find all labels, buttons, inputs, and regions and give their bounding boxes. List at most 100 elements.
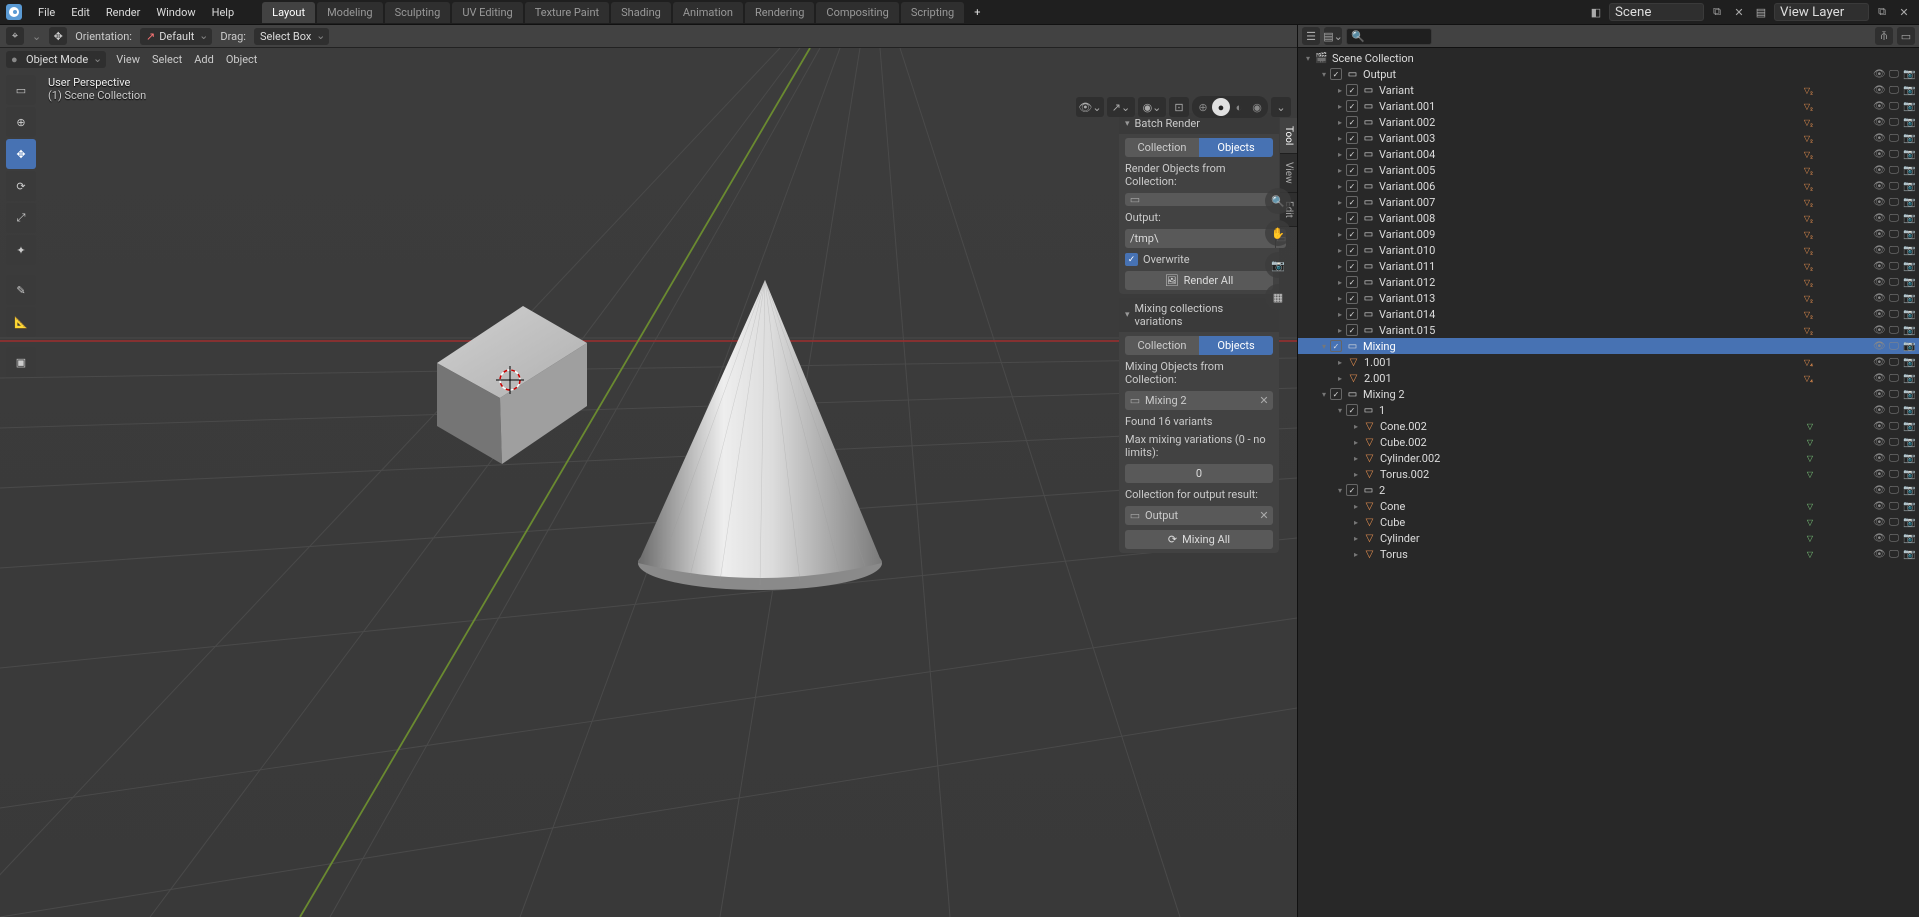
hide-render-toggle[interactable]: 🖵 — [1888, 437, 1900, 448]
clear-output-collection-button[interactable]: ✕ — [1255, 509, 1273, 522]
exclude-checkbox[interactable]: ✓ — [1346, 132, 1358, 144]
hide-render-toggle[interactable]: 🖵 — [1888, 357, 1900, 368]
tree-row[interactable]: ▸✓▭Variant.005▽₂👁🖵📷 — [1298, 162, 1919, 178]
vp-menu-add[interactable]: Add — [194, 53, 214, 66]
exclude-checkbox[interactable]: ✓ — [1346, 404, 1358, 416]
exclude-checkbox[interactable]: ✓ — [1346, 116, 1358, 128]
hide-render-toggle[interactable]: 🖵 — [1888, 277, 1900, 288]
overlay-dropdown[interactable]: ◉⌄ — [1138, 97, 1166, 117]
hide-viewport-toggle[interactable]: 👁 — [1873, 373, 1885, 384]
tab-scripting[interactable]: Scripting — [901, 2, 964, 23]
zoom-icon[interactable]: 🔍 — [1265, 188, 1291, 214]
exclude-checkbox[interactable]: ✓ — [1346, 212, 1358, 224]
batch-objects-toggle[interactable]: Objects — [1199, 138, 1273, 157]
output-collection-field[interactable]: ▭Output✕ — [1125, 506, 1273, 525]
disclosure-icon[interactable]: ▸ — [1350, 438, 1362, 447]
hide-render-toggle[interactable]: 🖵 — [1888, 69, 1900, 80]
cursor-chevron-icon[interactable]: ⌄ — [32, 30, 41, 43]
scale-tool[interactable]: ⤢ — [6, 203, 36, 233]
menu-render[interactable]: Render — [98, 2, 148, 23]
hide-render-toggle[interactable]: 🖵 — [1888, 85, 1900, 96]
hide-render-toggle[interactable]: 🖵 — [1888, 149, 1900, 160]
disclosure-icon[interactable]: ▾ — [1334, 486, 1346, 495]
perspective-toggle-icon[interactable]: ▦ — [1265, 284, 1291, 310]
tree-row[interactable]: ▸▽1.001▽₄👁🖵📷 — [1298, 354, 1919, 370]
move-tool-icon[interactable]: ✥ — [49, 27, 67, 45]
hide-render-toggle[interactable]: 🖵 — [1888, 213, 1900, 224]
add-primitive-tool[interactable]: ▣ — [6, 347, 36, 377]
hide-render-toggle[interactable]: 🖵 — [1888, 197, 1900, 208]
hide-render-toggle[interactable]: 🖵 — [1888, 325, 1900, 336]
tree-row[interactable]: ▸✓▭Variant.002▽₂👁🖵📷 — [1298, 114, 1919, 130]
delete-scene-button[interactable]: ✕ — [1730, 3, 1748, 21]
tree-row[interactable]: ▸▽Cone▽👁🖵📷 — [1298, 498, 1919, 514]
new-viewlayer-button[interactable]: ⧉ — [1873, 3, 1891, 21]
hide-render-toggle[interactable]: 🖵 — [1888, 309, 1900, 320]
tree-row[interactable]: ▸✓▭Variant.007▽₂👁🖵📷 — [1298, 194, 1919, 210]
hide-render-toggle[interactable]: 🖵 — [1888, 517, 1900, 528]
move-tool[interactable]: ✥ — [6, 139, 36, 169]
hide-render-toggle[interactable]: 🖵 — [1888, 549, 1900, 560]
disable-render-toggle[interactable]: 📷 — [1903, 181, 1915, 192]
tree-row[interactable]: ▸✓▭Variant.006▽₂👁🖵📷 — [1298, 178, 1919, 194]
hide-viewport-toggle[interactable]: 👁 — [1873, 421, 1885, 432]
disclosure-icon[interactable]: ▾ — [1302, 54, 1314, 63]
cube-mesh[interactable] — [437, 306, 587, 464]
hide-viewport-toggle[interactable]: 👁 — [1873, 325, 1885, 336]
hide-viewport-toggle[interactable]: 👁 — [1873, 117, 1885, 128]
disclosure-icon[interactable]: ▸ — [1334, 86, 1346, 95]
tree-row[interactable]: ▸✓▭Variant.004▽₂👁🖵📷 — [1298, 146, 1919, 162]
tab-texture-paint[interactable]: Texture Paint — [525, 2, 609, 23]
disclosure-icon[interactable]: ▸ — [1334, 134, 1346, 143]
new-collection-button[interactable]: ▭ — [1897, 27, 1915, 45]
exclude-checkbox[interactable]: ✓ — [1346, 180, 1358, 192]
mixing-collection-toggle[interactable]: Collection — [1125, 336, 1199, 355]
vp-menu-view[interactable]: View — [116, 53, 140, 66]
tab-compositing[interactable]: Compositing — [816, 2, 898, 23]
disable-render-toggle[interactable]: 📷 — [1903, 229, 1915, 240]
render-collection-field[interactable]: ▭ — [1125, 193, 1273, 206]
orientation-dropdown[interactable]: ↗Default — [140, 28, 212, 45]
disclosure-icon[interactable]: ▸ — [1350, 550, 1362, 559]
camera-view-icon[interactable]: 📷 — [1265, 252, 1291, 278]
disable-render-toggle[interactable]: 📷 — [1903, 85, 1915, 96]
disclosure-icon[interactable]: ▸ — [1334, 326, 1346, 335]
hide-viewport-toggle[interactable]: 👁 — [1873, 149, 1885, 160]
hide-viewport-toggle[interactable]: 👁 — [1873, 213, 1885, 224]
hide-viewport-toggle[interactable]: 👁 — [1873, 341, 1885, 352]
overwrite-checkbox[interactable]: ✓Overwrite — [1125, 253, 1273, 266]
tree-row[interactable]: ▸✓▭Variant.001▽₂👁🖵📷 — [1298, 98, 1919, 114]
hide-viewport-toggle[interactable]: 👁 — [1873, 261, 1885, 272]
gizmo-dropdown[interactable]: ↗⌄ — [1107, 97, 1135, 117]
tree-row[interactable]: ▸▽Cone.002▽👁🖵📷 — [1298, 418, 1919, 434]
disclosure-icon[interactable]: ▸ — [1350, 454, 1362, 463]
disclosure-icon[interactable]: ▸ — [1334, 278, 1346, 287]
hide-render-toggle[interactable]: 🖵 — [1888, 181, 1900, 192]
disclosure-icon[interactable]: ▸ — [1334, 214, 1346, 223]
hide-viewport-toggle[interactable]: 👁 — [1873, 437, 1885, 448]
hide-render-toggle[interactable]: 🖵 — [1888, 421, 1900, 432]
disable-render-toggle[interactable]: 📷 — [1903, 469, 1915, 480]
exclude-checkbox[interactable]: ✓ — [1330, 68, 1342, 80]
tree-row[interactable]: ▸▽Cylinder▽👁🖵📷 — [1298, 530, 1919, 546]
disclosure-icon[interactable]: ▸ — [1334, 358, 1346, 367]
visibility-dropdown[interactable]: 👁⌄ — [1076, 97, 1104, 117]
tree-row[interactable]: ▾✓▭Output👁🖵📷 — [1298, 66, 1919, 82]
hide-render-toggle[interactable]: 🖵 — [1888, 501, 1900, 512]
tree-row[interactable]: ▸✓▭Variant.013▽₂👁🖵📷 — [1298, 290, 1919, 306]
disclosure-icon[interactable]: ▾ — [1318, 390, 1330, 399]
hide-render-toggle[interactable]: 🖵 — [1888, 245, 1900, 256]
disable-render-toggle[interactable]: 📷 — [1903, 533, 1915, 544]
disable-render-toggle[interactable]: 📷 — [1903, 517, 1915, 528]
disable-render-toggle[interactable]: 📷 — [1903, 341, 1915, 352]
xray-toggle[interactable]: ⊡ — [1169, 97, 1189, 117]
hide-viewport-toggle[interactable]: 👁 — [1873, 293, 1885, 304]
menu-edit[interactable]: Edit — [63, 2, 98, 23]
clear-mixing-collection-button[interactable]: ✕ — [1255, 394, 1273, 407]
disable-render-toggle[interactable]: 📷 — [1903, 213, 1915, 224]
disable-render-toggle[interactable]: 📷 — [1903, 485, 1915, 496]
mixing-all-button[interactable]: ⟳Mixing All — [1125, 530, 1273, 549]
tree-row[interactable]: ▸▽Cylinder.002▽👁🖵📷 — [1298, 450, 1919, 466]
hide-viewport-toggle[interactable]: 👁 — [1873, 133, 1885, 144]
disable-render-toggle[interactable]: 📷 — [1903, 101, 1915, 112]
